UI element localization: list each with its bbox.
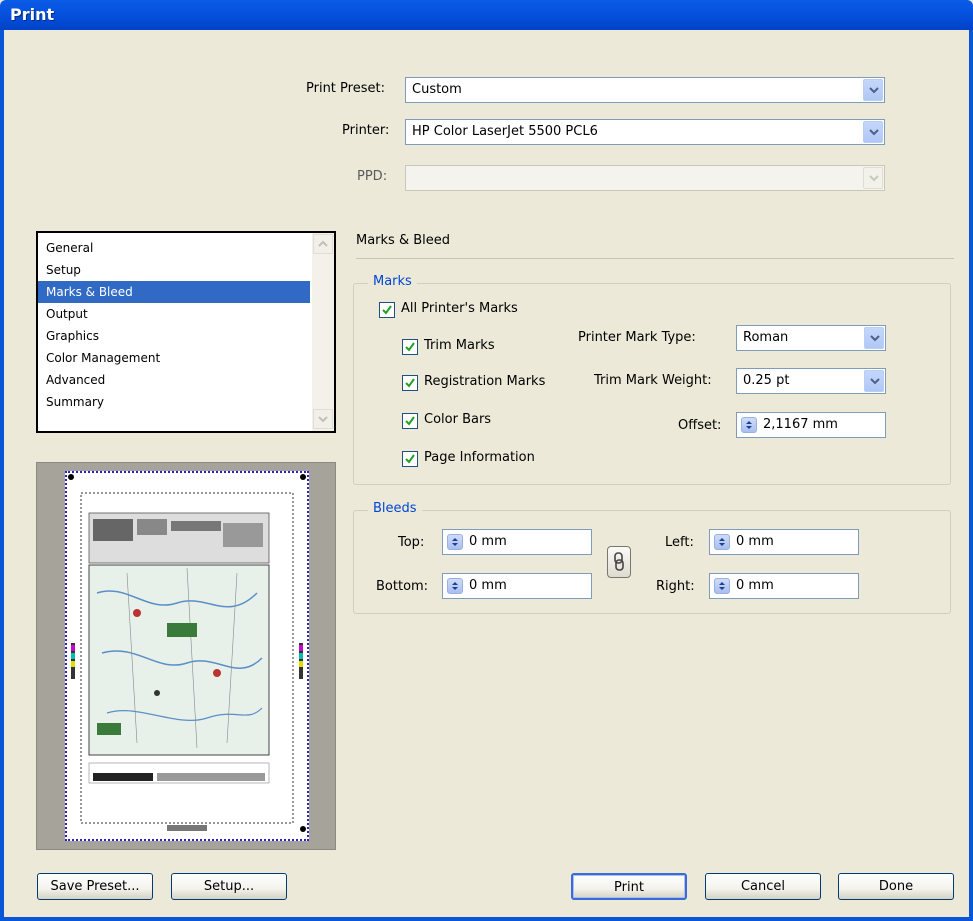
bleed-top-spinner[interactable]: 0 mm bbox=[442, 529, 592, 555]
save-preset-button[interactable]: Save Preset... bbox=[37, 873, 153, 900]
bleed-left-spinner[interactable]: 0 mm bbox=[709, 529, 859, 555]
printer-value: HP Color LaserJet 5500 PCL6 bbox=[412, 124, 598, 139]
category-item-setup[interactable]: Setup bbox=[46, 259, 81, 281]
section-divider bbox=[356, 258, 954, 259]
registration-marks-label[interactable]: Registration Marks bbox=[424, 374, 545, 389]
checkmark-icon bbox=[405, 454, 415, 464]
chevron-down-icon[interactable] bbox=[863, 121, 883, 143]
offset-value[interactable]: 2,1167 mm bbox=[763, 417, 838, 432]
bleed-bottom-spinner[interactable]: 0 mm bbox=[442, 573, 592, 599]
category-item-graphics[interactable]: Graphics bbox=[46, 325, 99, 347]
trim-marks-label[interactable]: Trim Marks bbox=[424, 338, 495, 353]
window-border-left bbox=[0, 30, 4, 921]
setup-button[interactable]: Setup... bbox=[171, 873, 287, 900]
category-item-general[interactable]: General bbox=[46, 237, 93, 259]
bleeds-legend: Bleeds bbox=[368, 501, 422, 516]
bleed-top-label: Top: bbox=[398, 535, 425, 550]
bleed-right-spinner[interactable]: 0 mm bbox=[709, 573, 859, 599]
category-item-summary[interactable]: Summary bbox=[46, 391, 104, 413]
category-item-marks-bleed[interactable]: Marks & Bleed bbox=[38, 281, 310, 303]
scroll-down-icon[interactable] bbox=[313, 409, 333, 429]
trim-marks-checkbox[interactable] bbox=[402, 339, 418, 355]
all-printers-marks-label[interactable]: All Printer's Marks bbox=[401, 301, 518, 316]
print-button[interactable]: Print bbox=[571, 873, 687, 900]
bleed-left-value[interactable]: 0 mm bbox=[736, 534, 774, 549]
color-bars-label[interactable]: Color Bars bbox=[424, 412, 491, 427]
window-border-bottom bbox=[0, 917, 973, 921]
page-information-checkbox[interactable] bbox=[402, 451, 418, 467]
page-information-label[interactable]: Page Information bbox=[424, 450, 535, 465]
ppd-label: PPD: bbox=[357, 169, 388, 184]
print-preset-value: Custom bbox=[412, 82, 462, 97]
printer-mark-type-value: Roman bbox=[743, 330, 789, 345]
category-item-color-management[interactable]: Color Management bbox=[46, 347, 160, 369]
chevron-down-icon[interactable] bbox=[863, 79, 883, 101]
print-preset-label: Print Preset: bbox=[306, 81, 385, 96]
bleed-left-label: Left: bbox=[665, 535, 694, 550]
spinner-icon[interactable] bbox=[741, 417, 757, 433]
window-title: Print bbox=[10, 5, 55, 24]
offset-spinner[interactable]: 2,1167 mm bbox=[736, 412, 886, 438]
print-dialog: Print Print Preset: Custom Printer: HP C… bbox=[0, 0, 973, 921]
bleed-bottom-label: Bottom: bbox=[376, 579, 429, 594]
registration-marks-checkbox[interactable] bbox=[402, 375, 418, 391]
printer-label: Printer: bbox=[342, 123, 390, 138]
print-preset-select[interactable]: Custom bbox=[405, 77, 885, 103]
section-title: Marks & Bleed bbox=[356, 233, 451, 248]
offset-label: Offset: bbox=[678, 418, 722, 433]
printer-mark-type-select[interactable]: Roman bbox=[736, 325, 886, 351]
trim-mark-weight-select[interactable]: 0.25 pt bbox=[736, 368, 886, 394]
category-list-scrollbar[interactable] bbox=[312, 233, 334, 431]
printer-select[interactable]: HP Color LaserJet 5500 PCL6 bbox=[405, 119, 885, 145]
window-border-right bbox=[969, 30, 973, 921]
cancel-button[interactable]: Cancel bbox=[705, 873, 821, 900]
color-bars-checkbox[interactable] bbox=[402, 413, 418, 429]
category-item-output[interactable]: Output bbox=[46, 303, 88, 325]
chevron-down-icon[interactable] bbox=[864, 370, 884, 392]
category-item-advanced[interactable]: Advanced bbox=[46, 369, 105, 391]
chevron-down-icon[interactable] bbox=[864, 327, 884, 349]
spinner-icon[interactable] bbox=[447, 534, 463, 550]
chain-link-icon[interactable] bbox=[607, 546, 631, 578]
title-bar[interactable]: Print bbox=[0, 0, 973, 30]
marks-legend: Marks bbox=[368, 274, 417, 289]
trim-mark-weight-value: 0.25 pt bbox=[743, 373, 790, 388]
chevron-down-icon bbox=[863, 167, 883, 189]
done-button[interactable]: Done bbox=[838, 873, 954, 900]
preview-page bbox=[65, 471, 309, 841]
all-printers-marks-checkbox[interactable] bbox=[379, 302, 395, 318]
checkmark-icon bbox=[405, 342, 415, 352]
spinner-icon[interactable] bbox=[714, 578, 730, 594]
bleed-right-value[interactable]: 0 mm bbox=[736, 578, 774, 593]
bleed-top-value[interactable]: 0 mm bbox=[469, 534, 507, 549]
trim-mark-weight-label: Trim Mark Weight: bbox=[594, 373, 712, 388]
spinner-icon[interactable] bbox=[714, 534, 730, 550]
printer-mark-type-label: Printer Mark Type: bbox=[578, 330, 696, 345]
spinner-icon[interactable] bbox=[447, 578, 463, 594]
preview-map-thumbnail bbox=[68, 474, 306, 832]
print-preview bbox=[36, 462, 336, 850]
checkmark-icon bbox=[382, 305, 392, 315]
checkmark-icon bbox=[405, 416, 415, 426]
scroll-up-icon[interactable] bbox=[313, 234, 333, 254]
ppd-select bbox=[405, 165, 885, 191]
bleed-bottom-value[interactable]: 0 mm bbox=[469, 578, 507, 593]
bleed-right-label: Right: bbox=[656, 579, 695, 594]
category-list[interactable]: General Setup Marks & Bleed Output Graph… bbox=[36, 231, 336, 433]
checkmark-icon bbox=[405, 378, 415, 388]
